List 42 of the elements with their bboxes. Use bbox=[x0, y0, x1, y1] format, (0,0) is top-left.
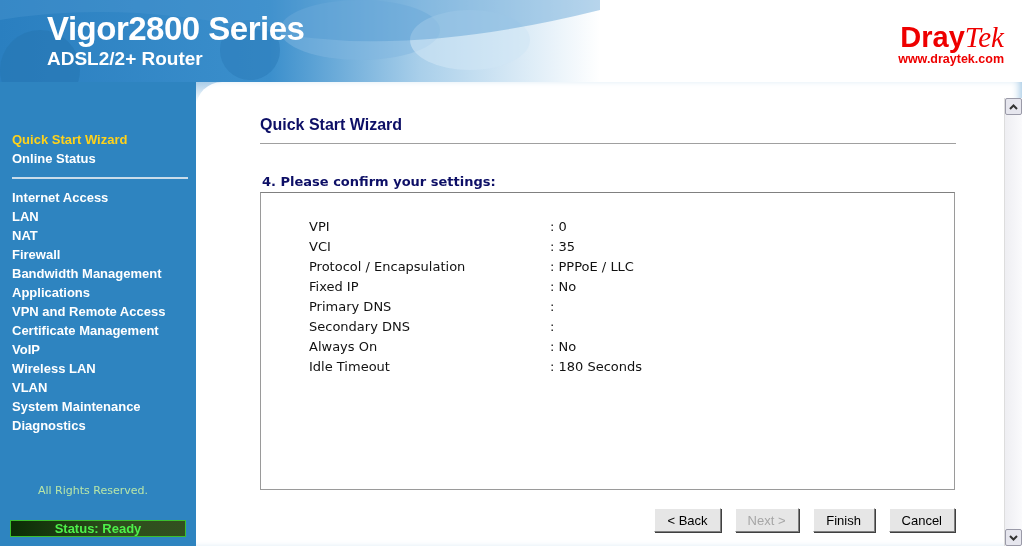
setting-value: : 0 bbox=[550, 218, 567, 236]
sidebar-item[interactable]: LAN bbox=[0, 207, 196, 226]
product-subtitle: ADSL2/2+ Router bbox=[47, 48, 204, 70]
setting-label: Primary DNS bbox=[309, 299, 392, 314]
setting-value: : PPPoE / LLC bbox=[550, 258, 634, 276]
status-bar: Status: Ready bbox=[10, 520, 186, 537]
sidebar-item[interactable]: VPN and Remote Access bbox=[0, 302, 196, 321]
sidebar-item[interactable]: Bandwidth Management bbox=[0, 264, 196, 283]
setting-label: VPI bbox=[309, 219, 330, 234]
setting-value: : No bbox=[550, 338, 577, 356]
sidebar-item[interactable]: VLAN bbox=[0, 378, 196, 397]
wizard-button[interactable]: < Back bbox=[654, 508, 721, 532]
sidebar-item[interactable]: Diagnostics bbox=[0, 416, 196, 435]
setting-label: Always On bbox=[309, 339, 378, 354]
sidebar-item[interactable]: Applications bbox=[0, 283, 196, 302]
sidebar-item[interactable]: Wireless LAN bbox=[0, 359, 196, 378]
copyright-text: All Rights Reserved. bbox=[37, 484, 149, 497]
sidebar-item[interactable]: Quick Start Wizard bbox=[0, 130, 196, 149]
setting-value: : 180 Seconds bbox=[550, 358, 643, 376]
wizard-button[interactable]: Cancel bbox=[888, 508, 955, 532]
setting-label: VCI bbox=[309, 239, 331, 254]
sidebar-item[interactable]: Certificate Management bbox=[0, 321, 196, 340]
sidebar-item[interactable]: VoIP bbox=[0, 340, 196, 359]
product-title: Vigor2800 Series bbox=[47, 10, 305, 48]
setting-value: : bbox=[550, 298, 555, 316]
setting-value: : No bbox=[550, 278, 577, 296]
sidebar-item[interactable]: Online Status bbox=[0, 149, 196, 168]
setting-label: Idle Timeout bbox=[309, 359, 390, 374]
brand-url: www.draytek.com bbox=[898, 52, 1004, 66]
wizard-button[interactable]: Finish bbox=[812, 508, 875, 532]
sidebar-item[interactable]: Firewall bbox=[0, 245, 196, 264]
step-heading: 4. Please confirm your settings: bbox=[262, 174, 497, 189]
setting-label: Protocol / Encapsulation bbox=[309, 259, 466, 274]
setting-label: Fixed IP bbox=[309, 279, 359, 294]
setting-label: Secondary DNS bbox=[309, 319, 410, 334]
sidebar-item[interactable]: NAT bbox=[0, 226, 196, 245]
sidebar-item[interactable]: System Maintenance bbox=[0, 397, 196, 416]
setting-value: : 35 bbox=[550, 238, 576, 256]
page-title: Quick Start Wizard bbox=[260, 116, 404, 134]
sidebar-item[interactable]: Internet Access bbox=[0, 188, 196, 207]
setting-value: : bbox=[550, 318, 555, 336]
brand-logo: DrayTek bbox=[900, 22, 1004, 52]
